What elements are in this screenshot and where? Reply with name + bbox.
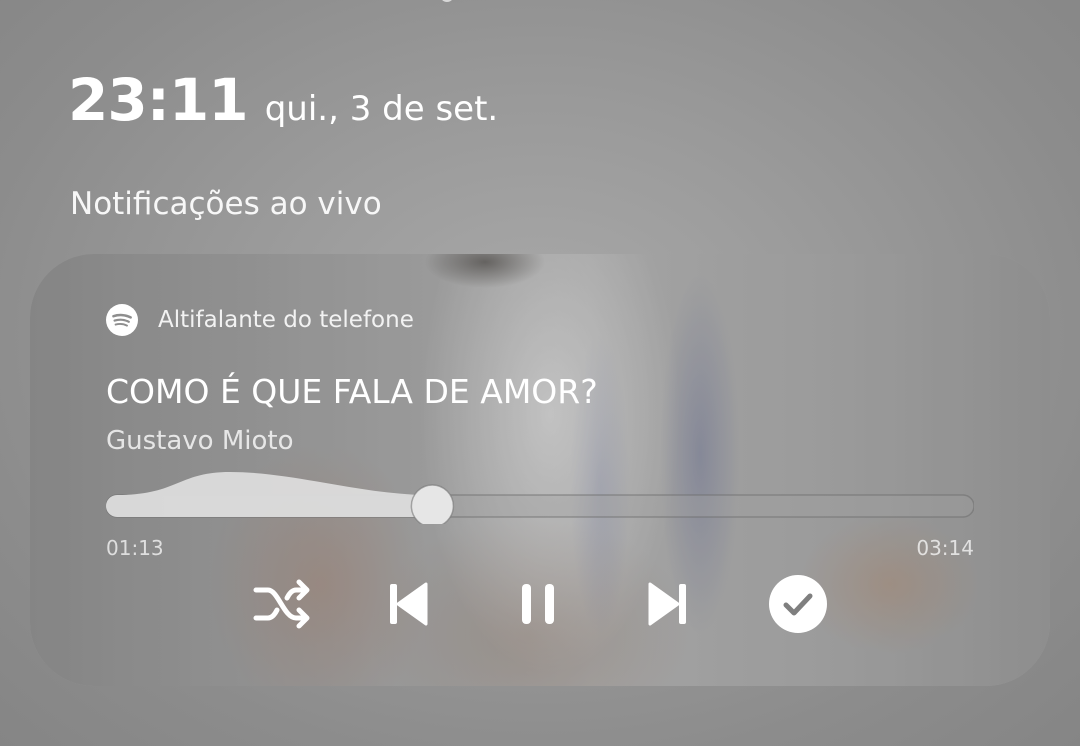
next-button[interactable]: [636, 572, 700, 636]
output-device-row[interactable]: Altifalante do telefone: [106, 304, 414, 336]
seekbar-progress-wave: [106, 472, 433, 517]
total-duration: 03:14: [916, 536, 974, 560]
spotify-icon: [106, 304, 138, 336]
status-bar-fragment: [440, 0, 454, 2]
lockscreen-clock: 23:11 qui., 3 de set.: [68, 66, 499, 134]
elapsed-time: 01:13: [106, 536, 164, 560]
track-artist: Gustavo Mioto: [106, 426, 294, 456]
clock-time: 23:11: [68, 66, 249, 134]
playback-controls: [30, 572, 1050, 636]
seekbar-thumb[interactable]: [410, 484, 455, 524]
pause-button[interactable]: [506, 572, 570, 636]
previous-button[interactable]: [376, 572, 440, 636]
seekbar-graphic: [106, 472, 974, 524]
pause-icon: [522, 584, 554, 624]
playback-seekbar[interactable]: [106, 464, 974, 524]
shuffle-icon: [253, 579, 310, 629]
media-player-card[interactable]: Altifalante do telefone COMO É QUE FALA …: [30, 254, 1050, 686]
output-device-label: Altifalante do telefone: [158, 307, 414, 333]
skip-previous-icon: [390, 582, 428, 626]
saved-to-library-button[interactable]: [766, 572, 830, 636]
check-circle-icon: [769, 575, 827, 633]
clock-date: qui., 3 de set.: [264, 89, 499, 129]
track-title: COMO É QUE FALA DE AMOR?: [106, 372, 598, 411]
shuffle-button[interactable]: [250, 572, 314, 636]
skip-next-icon: [648, 582, 686, 626]
live-notifications-title: Notificações ao vivo: [70, 186, 382, 222]
